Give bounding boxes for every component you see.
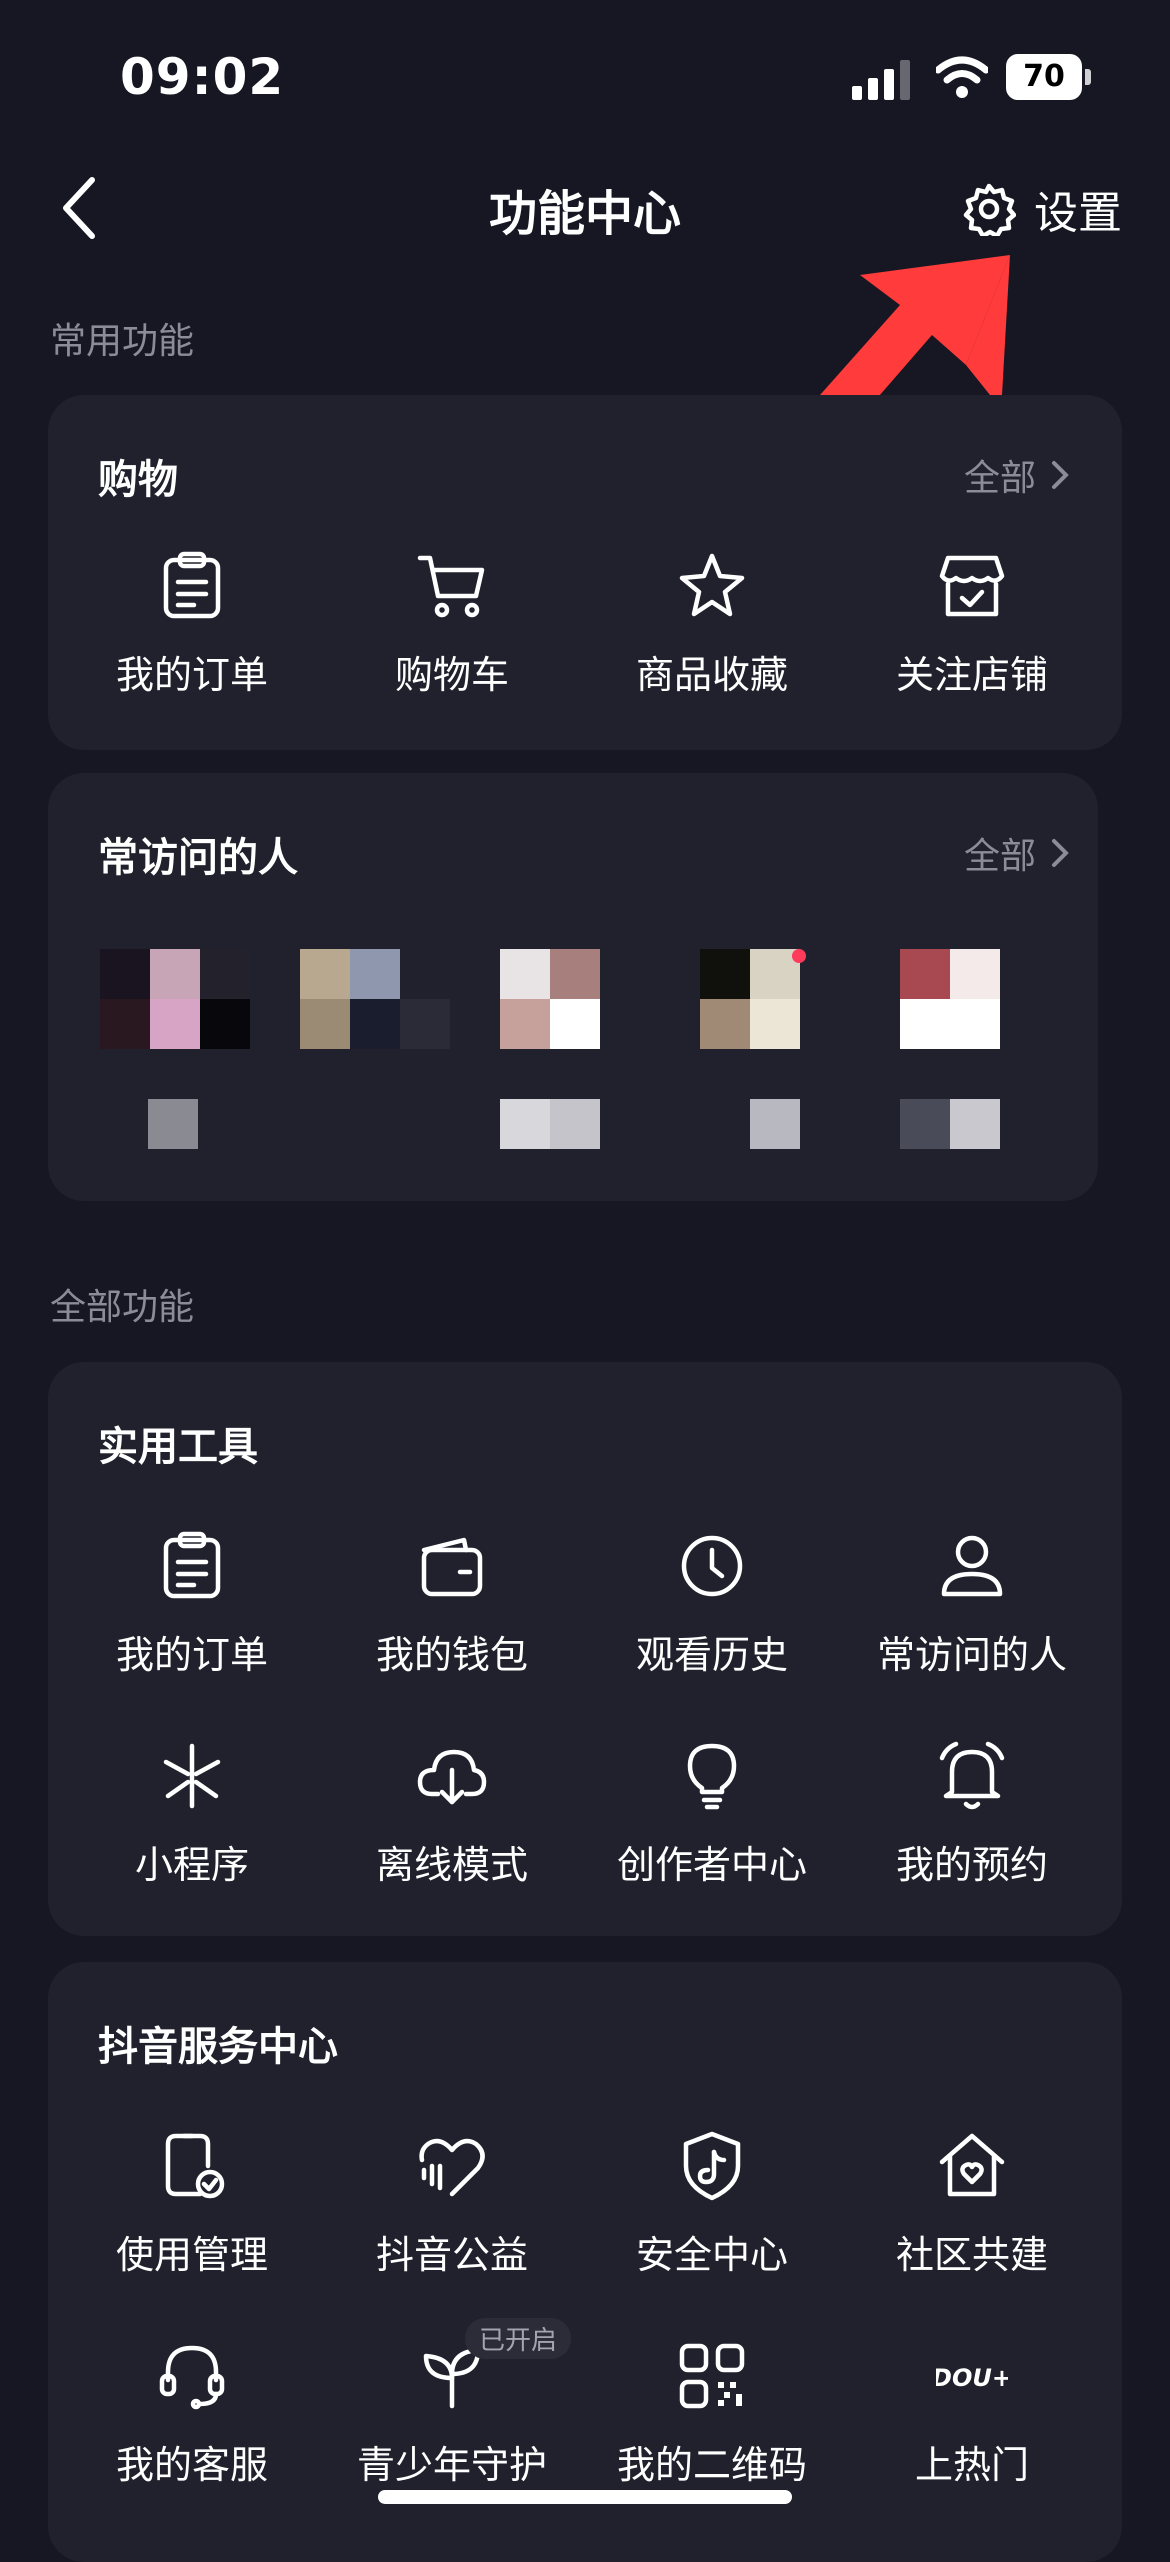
shopping-title: 购物	[98, 457, 178, 503]
star-icon	[679, 553, 745, 617]
qrcode-icon	[679, 2343, 745, 2409]
headset-icon	[159, 2345, 225, 2410]
tools-item-reservations[interactable]: 我的预约	[842, 1740, 1102, 1889]
clock-icon	[681, 1535, 743, 1597]
services-item-dou-plus[interactable]: DOU+ 上热门	[842, 2340, 1102, 2489]
phone-check-icon	[165, 2133, 225, 2199]
services-item-customer-service[interactable]: 我的客服	[62, 2340, 322, 2489]
visitor-avatar[interactable]	[700, 949, 852, 1049]
tools-item-offline[interactable]: 离线模式	[322, 1740, 582, 1889]
heart-icon	[419, 2138, 485, 2197]
house-heart-icon	[939, 2133, 1005, 2197]
settings-button[interactable]: 设置	[962, 176, 1122, 242]
order-icon	[163, 551, 221, 619]
home-indicator[interactable]	[378, 2490, 792, 2504]
cellular-signal-icon	[852, 60, 910, 100]
visitor-avatar[interactable]	[900, 949, 1052, 1049]
wallet-icon	[421, 1537, 483, 1597]
tools-item-history[interactable]: 观看历史	[582, 1530, 842, 1679]
tools-item-orders[interactable]: 我的订单	[62, 1530, 322, 1679]
tools-title: 实用工具	[98, 1424, 258, 1470]
svg-text:DOU+: DOU+	[936, 2364, 1008, 2392]
person-icon	[941, 1535, 1003, 1597]
battery-level: 70	[1006, 54, 1082, 100]
shopping-card: 购物 全部 我的订单 购物车 商品收藏 关注店铺	[48, 395, 1122, 750]
store-icon	[939, 555, 1005, 617]
services-item-qrcode[interactable]: 我的二维码	[582, 2340, 842, 2489]
shopping-see-all[interactable]: 全部	[964, 449, 1072, 501]
services-item-charity[interactable]: 抖音公益	[322, 2130, 582, 2279]
visitor-avatar[interactable]	[500, 949, 652, 1049]
visitor-name	[148, 1099, 198, 1149]
visitor-avatar[interactable]	[100, 949, 252, 1049]
shield-icon	[683, 2131, 741, 2201]
wifi-icon	[936, 56, 988, 98]
youth-protection-status-badge: 已开启	[465, 2318, 572, 2359]
bell-icon	[939, 1741, 1005, 1810]
cart-icon	[417, 555, 485, 618]
frequent-visitors-card: 常访问的人 全部	[48, 773, 1098, 1201]
see-all-label: 全部	[963, 458, 1036, 499]
shopping-item-favorites[interactable]: 商品收藏	[582, 550, 842, 699]
section-label-all: 全部功能	[50, 1287, 195, 1328]
services-title: 抖音服务中心	[98, 2024, 338, 2070]
chevron-right-icon	[1052, 839, 1069, 867]
visitor-name	[750, 1099, 800, 1149]
services-item-community[interactable]: 社区共建	[842, 2130, 1102, 2279]
lightbulb-icon	[687, 1743, 737, 1810]
services-card: 抖音服务中心 使用管理 抖音公益 安全中心 社区共建 我的客服 青少年守护 我的…	[48, 1962, 1122, 2562]
settings-label: 设置	[1034, 188, 1122, 239]
mini-program-icon	[163, 1743, 221, 1809]
visitor-name	[900, 1099, 1000, 1149]
tools-item-wallet[interactable]: 我的钱包	[322, 1530, 582, 1679]
visitor-name	[500, 1099, 600, 1149]
gear-icon	[963, 183, 1016, 236]
section-label-common: 常用功能	[50, 321, 195, 362]
battery-indicator: 70	[1006, 54, 1092, 100]
tools-card: 实用工具 我的订单 我的钱包 观看历史 常访问的人 小程序 离线模式 创作者中心…	[48, 1362, 1122, 1936]
shopping-item-followed-stores[interactable]: 关注店铺	[842, 550, 1102, 699]
frequent-title: 常访问的人	[98, 835, 298, 881]
cloud-download-icon	[417, 1749, 487, 1805]
dou-plus-icon: DOU+	[936, 2364, 1008, 2392]
chevron-right-icon	[1052, 461, 1069, 489]
tools-item-frequent[interactable]: 常访问的人	[842, 1530, 1102, 1679]
services-item-usage[interactable]: 使用管理	[62, 2130, 322, 2279]
services-item-youth-protection[interactable]: 青少年守护	[322, 2340, 582, 2489]
frequent-see-all[interactable]: 全部	[964, 827, 1072, 879]
tools-item-creator[interactable]: 创作者中心	[582, 1740, 842, 1889]
services-item-security[interactable]: 安全中心	[582, 2130, 842, 2279]
status-time: 09:02	[120, 48, 285, 106]
tools-item-mini-program[interactable]: 小程序	[62, 1740, 322, 1889]
shopping-item-cart[interactable]: 购物车	[322, 550, 582, 699]
shopping-item-orders[interactable]: 我的订单	[62, 550, 322, 699]
see-all-label: 全部	[963, 836, 1036, 877]
visitor-avatar[interactable]	[300, 949, 452, 1049]
order-icon	[163, 1531, 221, 1599]
